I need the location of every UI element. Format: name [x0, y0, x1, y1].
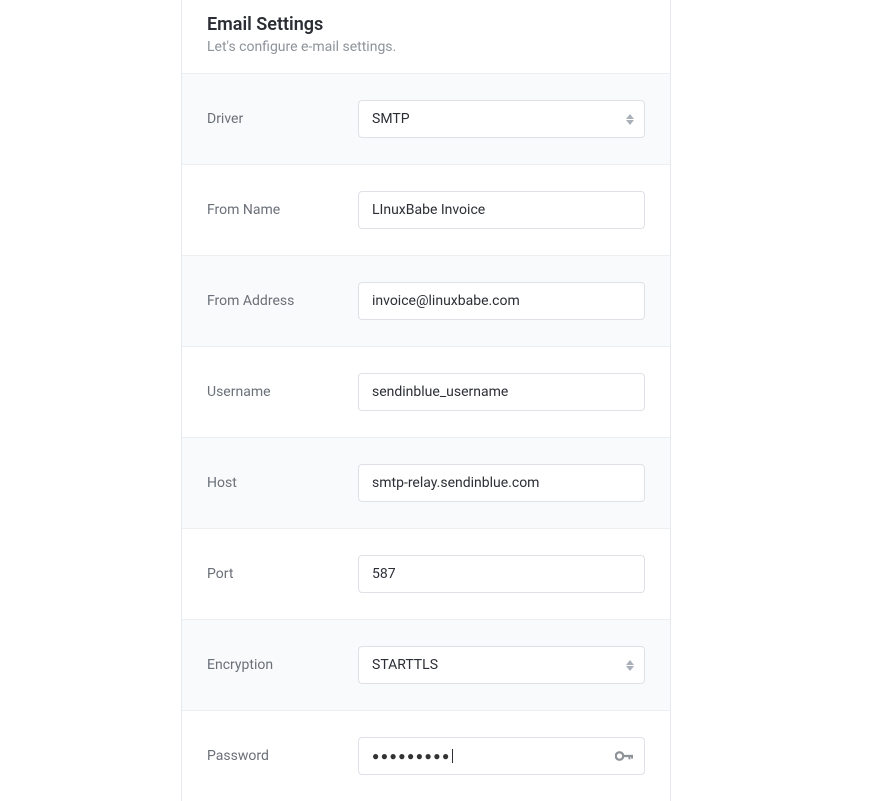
port-input[interactable]	[358, 555, 645, 593]
row-username: Username	[182, 346, 670, 437]
row-driver: Driver SMTP	[182, 73, 670, 164]
row-password: Password ●●●●●●●●●	[182, 710, 670, 801]
driver-label: Driver	[207, 111, 358, 127]
encryption-select[interactable]: STARTTLS	[358, 646, 645, 684]
password-label: Password	[207, 748, 358, 764]
text-caret	[452, 749, 453, 763]
port-label: Port	[207, 566, 358, 582]
row-host: Host	[182, 437, 670, 528]
email-settings-panel: Email Settings Let's configure e-mail se…	[181, 0, 671, 801]
key-icon	[615, 749, 633, 763]
row-from-address: From Address	[182, 255, 670, 346]
from-address-input[interactable]	[358, 282, 645, 320]
page-subtitle: Let's configure e-mail settings.	[207, 39, 645, 55]
page-title: Email Settings	[207, 14, 645, 35]
host-label: Host	[207, 475, 358, 491]
username-input[interactable]	[358, 373, 645, 411]
password-input[interactable]: ●●●●●●●●●	[358, 737, 645, 775]
encryption-label: Encryption	[207, 657, 358, 673]
encryption-select-value: STARTTLS	[372, 657, 438, 673]
driver-select[interactable]: SMTP	[358, 100, 645, 138]
from-name-label: From Name	[207, 202, 358, 218]
password-mask: ●●●●●●●●●	[372, 749, 451, 763]
row-encryption: Encryption STARTTLS	[182, 619, 670, 710]
row-port: Port	[182, 528, 670, 619]
username-label: Username	[207, 384, 358, 400]
row-from-name: From Name	[182, 164, 670, 255]
host-input[interactable]	[358, 464, 645, 502]
chevron-sort-icon	[626, 660, 634, 671]
chevron-sort-icon	[626, 114, 634, 125]
from-address-label: From Address	[207, 293, 358, 309]
driver-select-value: SMTP	[372, 111, 410, 127]
from-name-input[interactable]	[358, 191, 645, 229]
panel-header: Email Settings Let's configure e-mail se…	[182, 0, 670, 73]
